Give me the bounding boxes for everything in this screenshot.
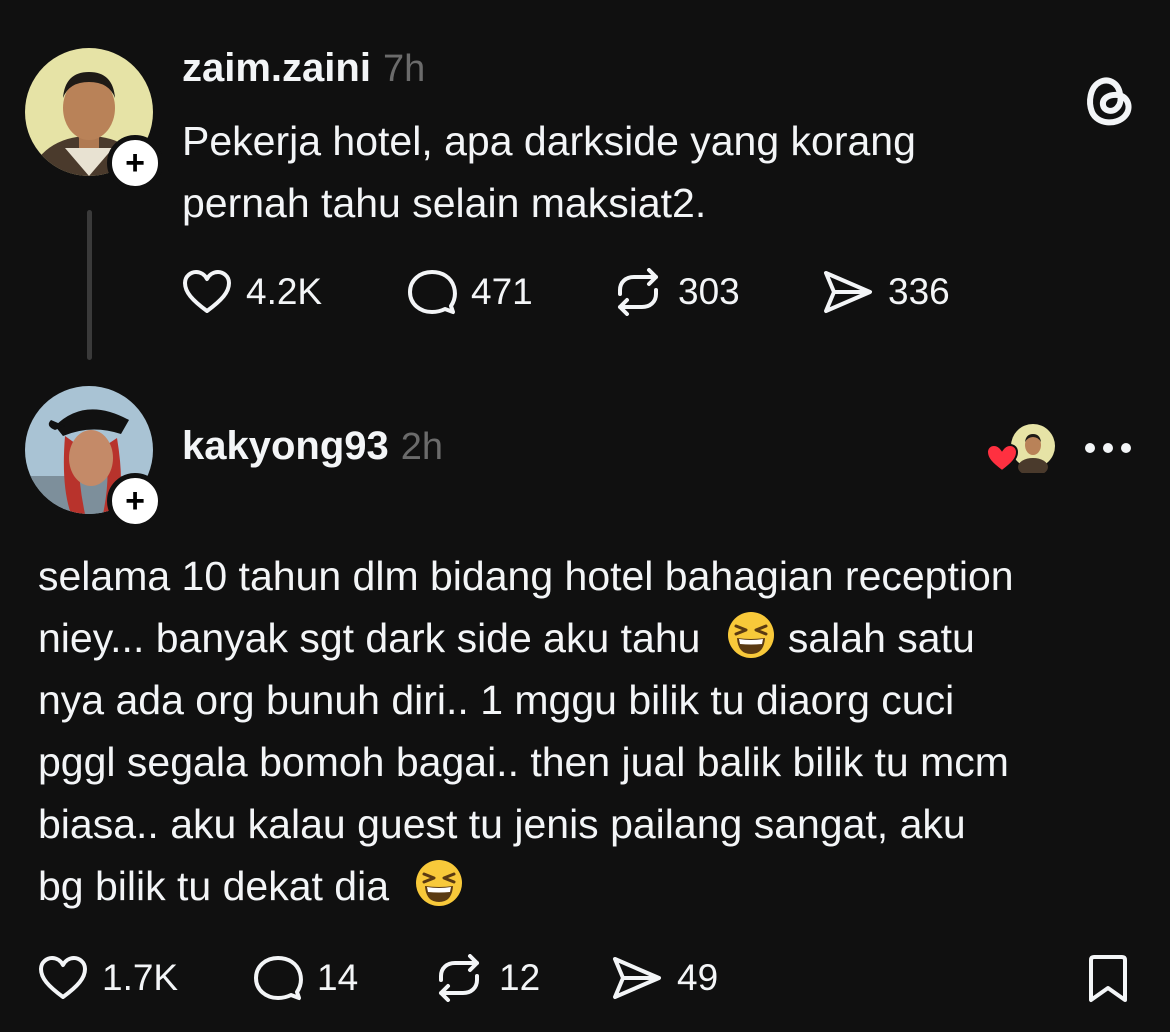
username[interactable]: zaim.zaini bbox=[182, 46, 371, 90]
repost-icon bbox=[618, 268, 658, 316]
thread-connector-line bbox=[87, 210, 92, 360]
reply-text-line: bg bilik tu dekat dia bbox=[38, 855, 1158, 917]
like-button[interactable]: 1.7K bbox=[38, 954, 253, 1002]
heart-icon bbox=[39, 956, 87, 999]
share-count: 49 bbox=[677, 957, 719, 998]
share-count: 336 bbox=[888, 271, 950, 312]
reply-header: kakyong93 2h bbox=[182, 424, 443, 469]
reply-text-line: nya ada org bunuh diri.. 1 mggu bilik tu… bbox=[38, 677, 955, 723]
username[interactable]: kakyong93 bbox=[182, 424, 389, 468]
heart-icon bbox=[183, 270, 231, 313]
like-count: 1.7K bbox=[102, 957, 179, 998]
share-button[interactable]: 336 bbox=[822, 268, 950, 316]
repost-button[interactable]: 303 bbox=[612, 268, 822, 316]
heart-badge-icon bbox=[985, 443, 1019, 473]
reply-time: 2h bbox=[400, 426, 444, 468]
repost-button[interactable]: 12 bbox=[433, 954, 611, 1002]
reply-text: selama 10 tahun dlm bidang hotel bahagia… bbox=[38, 545, 1158, 917]
reply-text-fragment: bg bilik tu dekat dia bbox=[38, 863, 390, 909]
like-button[interactable]: 4.2K bbox=[182, 268, 407, 316]
reply-button[interactable]: 14 bbox=[253, 954, 433, 1002]
comment-bubble-icon bbox=[254, 956, 303, 1000]
reply-count: 14 bbox=[317, 957, 359, 998]
post-time: 7h bbox=[382, 48, 426, 90]
post-text-line: Pekerja hotel, apa darkside yang korang bbox=[182, 118, 916, 164]
threads-logo-icon[interactable] bbox=[1080, 68, 1136, 133]
laughing-emoji bbox=[727, 612, 774, 658]
repost-icon bbox=[439, 954, 479, 1002]
more-dots-icon[interactable] bbox=[1084, 441, 1132, 459]
post-text: Pekerja hotel, apa darkside yang korang … bbox=[182, 110, 1082, 234]
like-count: 4.2K bbox=[246, 271, 323, 312]
repost-count: 12 bbox=[499, 957, 541, 998]
liked-by-author-indicator[interactable] bbox=[985, 423, 1057, 476]
follow-plus-button[interactable]: + bbox=[107, 473, 163, 529]
laughing-emoji bbox=[416, 860, 463, 906]
reply-text-fragment: salah satu bbox=[787, 615, 975, 661]
send-icon bbox=[613, 957, 661, 999]
send-icon bbox=[824, 271, 872, 313]
reply-text-line: biasa.. aku kalau guest tu jenis pailang… bbox=[38, 801, 966, 847]
reply-count: 471 bbox=[471, 271, 533, 312]
share-button[interactable]: 49 bbox=[611, 954, 718, 1002]
comment-bubble-icon bbox=[408, 270, 457, 314]
reply-text-line: selama 10 tahun dlm bidang hotel bahagia… bbox=[38, 553, 1014, 599]
bookmark-icon[interactable] bbox=[1087, 954, 1129, 1009]
reply-text-fragment: niey... banyak sgt dark side aku tahu bbox=[38, 615, 701, 661]
reply-actions: 1.7K 14 12 49 bbox=[38, 954, 718, 1002]
reply-text-line: pggl segala bomoh bagai.. then jual bali… bbox=[38, 739, 1009, 785]
reply-text-line: niey... banyak sgt dark side aku tahu sa… bbox=[38, 607, 1158, 669]
post-actions: 4.2K 471 303 336 bbox=[182, 268, 950, 316]
reply-button[interactable]: 471 bbox=[407, 268, 612, 316]
post-header: zaim.zaini 7h bbox=[182, 46, 425, 91]
repost-count: 303 bbox=[678, 271, 740, 312]
post-text-line: pernah tahu selain maksiat2. bbox=[182, 180, 707, 226]
follow-plus-button[interactable]: + bbox=[107, 135, 163, 191]
